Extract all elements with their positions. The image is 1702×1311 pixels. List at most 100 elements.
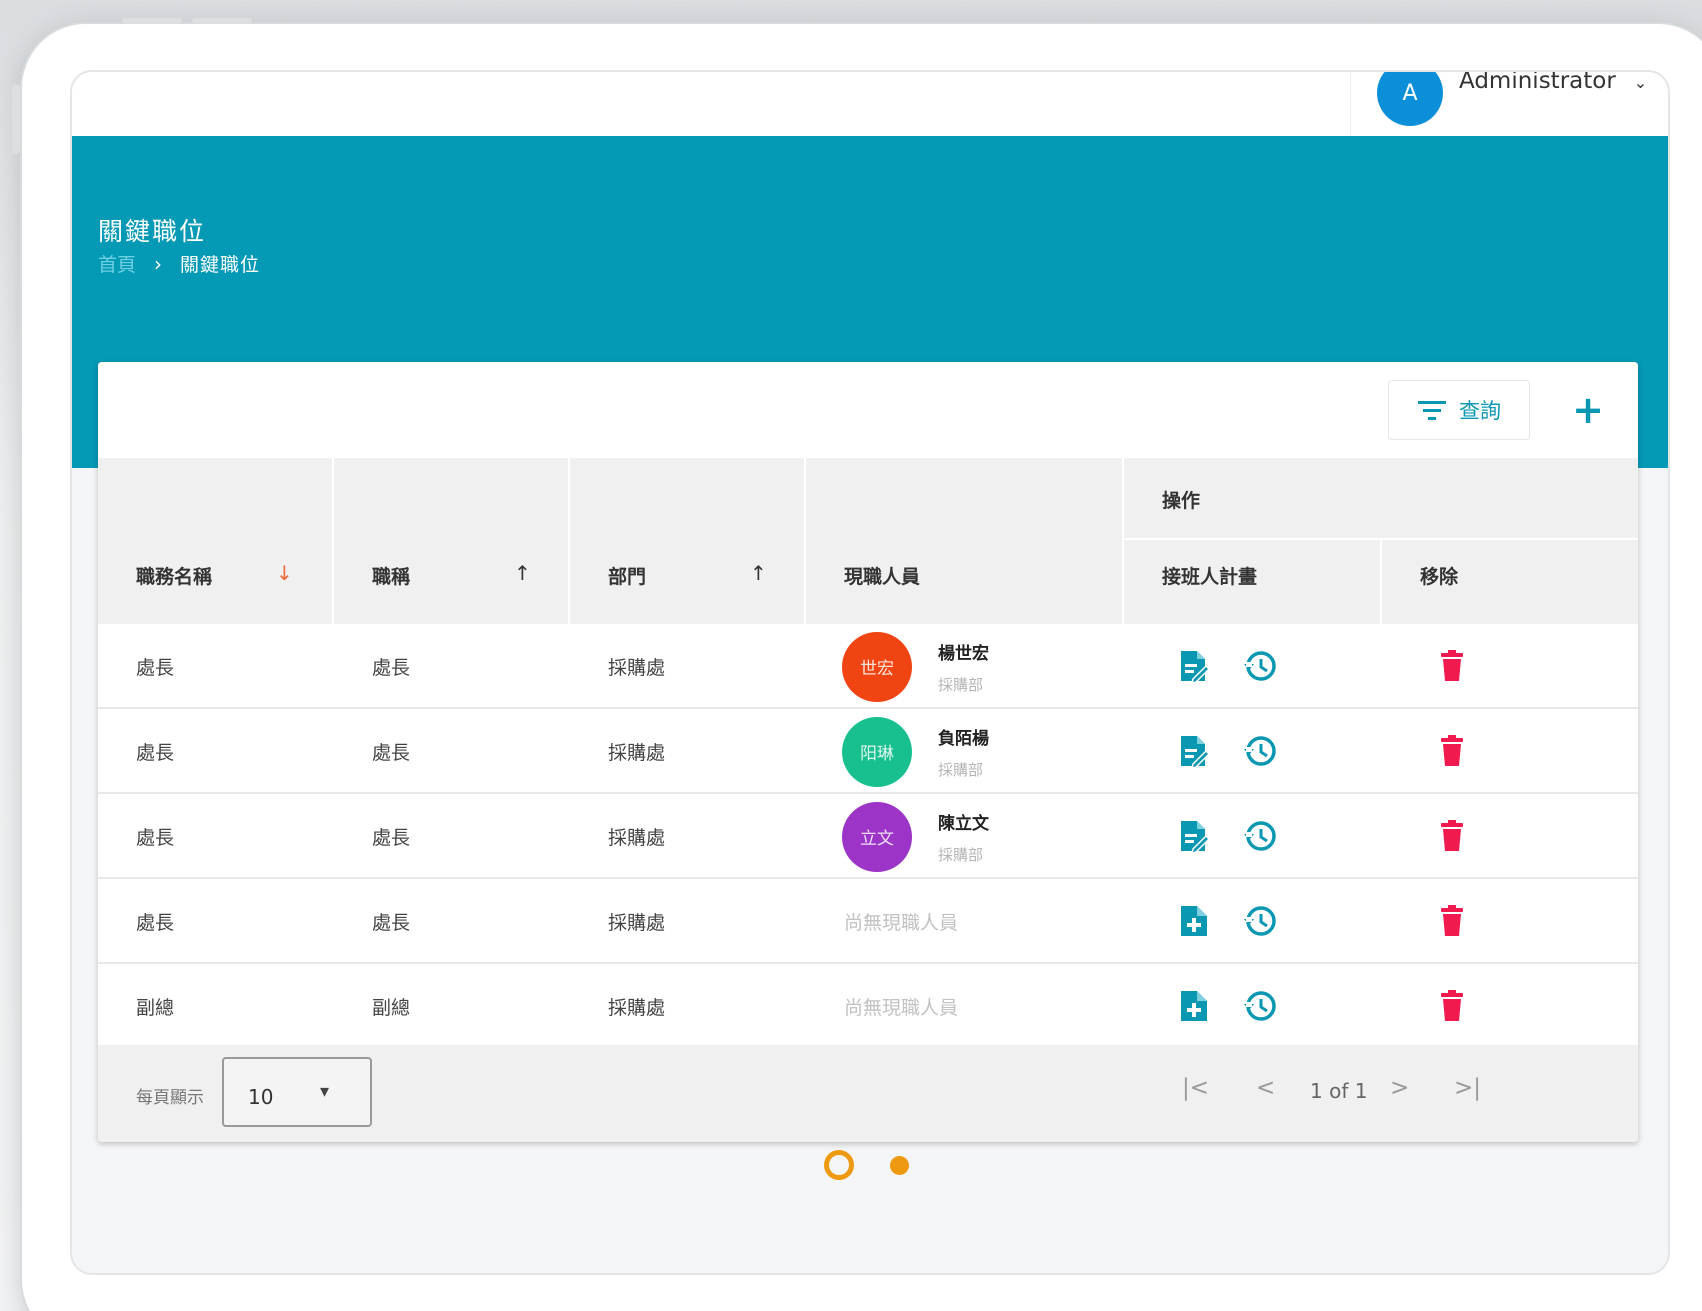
group-header-label: 操作 xyxy=(1162,490,1201,512)
key-positions-card: 查詢 + 職務名稱 ↓ 職稱 ↑ 部門 ↑ 現職人員 操作 接班人計畫 移除 處… xyxy=(98,362,1638,1142)
table-header: 職務名稱 ↓ 職稱 ↑ 部門 ↑ 現職人員 操作 接班人計畫 移除 xyxy=(98,458,1638,624)
tablet-top-button xyxy=(192,18,252,24)
no-incumbent-text: 尚無現職人員 xyxy=(844,997,959,1019)
column-header-label: 職務名稱 xyxy=(136,566,213,588)
job-name-cell: 副總 xyxy=(136,997,175,1019)
arrow-down-icon[interactable]: ↓ xyxy=(276,561,293,585)
document-edit-icon[interactable] xyxy=(1172,644,1216,688)
breadcrumb-home-link[interactable]: 首頁 xyxy=(98,250,136,277)
column-job-name[interactable]: 職務名稱 ↓ xyxy=(98,458,334,624)
last-page-icon[interactable]: >| xyxy=(1454,1075,1481,1101)
user-menu[interactable]: A Administrator ⌄ xyxy=(1350,72,1668,136)
user-name[interactable]: Administrator xyxy=(1459,72,1616,94)
trash-icon[interactable] xyxy=(1430,814,1474,858)
trash-icon[interactable] xyxy=(1430,899,1474,943)
chevron-down-icon[interactable]: ⌄ xyxy=(1634,73,1647,92)
trash-icon[interactable] xyxy=(1430,644,1474,688)
incumbent-cell: 立文 陳立文 採購部 xyxy=(842,794,989,879)
table-row[interactable]: 處長 處長 採購處 阳琳 負陌楊 採購部 xyxy=(98,709,1638,794)
table-footer: 每頁顯示 10 ▾ |< < 1 of 1 > >| xyxy=(98,1045,1638,1142)
plus-icon: + xyxy=(1572,388,1604,432)
avatar[interactable]: 立文 xyxy=(842,801,912,872)
job-name-cell: 處長 xyxy=(136,827,175,849)
column-header-label: 移除 xyxy=(1420,566,1459,588)
query-button-label: 查詢 xyxy=(1459,399,1501,423)
department-cell: 採購處 xyxy=(608,997,666,1019)
trash-icon[interactable] xyxy=(1430,984,1474,1028)
employee-department: 採購部 xyxy=(938,760,984,779)
column-header-label: 現職人員 xyxy=(844,566,921,588)
employee-name[interactable]: 陳立文 xyxy=(938,809,989,834)
employee-name[interactable]: 楊世宏 xyxy=(938,639,989,664)
document-add-icon[interactable] xyxy=(1172,899,1216,943)
column-remove: 移除 xyxy=(1382,540,1638,624)
table-row[interactable]: 處長 處長 採購處 尚無現職人員 xyxy=(98,879,1638,964)
document-add-icon[interactable] xyxy=(1172,984,1216,1028)
carousel-indicator xyxy=(0,1142,1702,1182)
top-bar: A Administrator ⌄ xyxy=(72,72,1668,136)
rows-per-page-value: 10 xyxy=(248,1085,274,1109)
rows-per-page-label: 每頁顯示 xyxy=(136,1088,204,1108)
department-cell: 採購處 xyxy=(608,657,666,679)
title-cell: 處長 xyxy=(372,742,411,764)
no-incumbent-text: 尚無現職人員 xyxy=(844,912,959,934)
previous-page-icon[interactable]: < xyxy=(1256,1075,1275,1101)
history-icon[interactable] xyxy=(1238,644,1282,688)
column-successor-plan: 接班人計畫 xyxy=(1124,540,1382,624)
department-cell: 採購處 xyxy=(608,912,666,934)
tablet-side-button xyxy=(12,84,20,154)
column-department[interactable]: 部門 ↑ xyxy=(570,458,806,624)
query-button[interactable]: 查詢 xyxy=(1388,380,1530,440)
carousel-dot-active[interactable] xyxy=(824,1150,854,1180)
title-cell: 副總 xyxy=(372,997,411,1019)
title-cell: 處長 xyxy=(372,827,411,849)
arrow-up-icon[interactable]: ↑ xyxy=(514,561,531,585)
document-edit-icon[interactable] xyxy=(1172,729,1216,773)
job-name-cell: 處長 xyxy=(136,912,175,934)
page-info: 1 of 1 xyxy=(1310,1079,1368,1103)
table-row[interactable]: 處長 處長 採購處 世宏 楊世宏 採購部 xyxy=(98,624,1638,709)
column-header-label: 接班人計畫 xyxy=(1162,566,1258,588)
add-button[interactable]: + xyxy=(1558,380,1618,440)
title-cell: 處長 xyxy=(372,912,411,934)
employee-department: 採購部 xyxy=(938,845,984,864)
department-cell: 採購處 xyxy=(608,827,666,849)
employee-department: 採購部 xyxy=(938,675,984,694)
chevron-right-icon: › xyxy=(154,251,163,276)
incumbent-cell: 阳琳 負陌楊 採購部 xyxy=(842,709,989,794)
job-name-cell: 處長 xyxy=(136,742,175,764)
history-icon[interactable] xyxy=(1238,984,1282,1028)
avatar[interactable]: 世宏 xyxy=(842,631,912,702)
rows-per-page-select[interactable]: 10 ▾ xyxy=(222,1057,372,1127)
first-page-icon[interactable]: |< xyxy=(1182,1075,1209,1101)
trash-icon[interactable] xyxy=(1430,729,1474,773)
avatar[interactable]: A xyxy=(1377,72,1443,126)
actions-group-header: 操作 xyxy=(1124,458,1638,540)
tablet-top-button xyxy=(122,18,182,24)
card-toolbar: 查詢 + xyxy=(98,362,1638,458)
employee-name[interactable]: 負陌楊 xyxy=(938,724,989,749)
avatar[interactable]: 阳琳 xyxy=(842,716,912,787)
table-row[interactable]: 處長 處長 採購處 立文 陳立文 採購部 xyxy=(98,794,1638,879)
arrow-up-icon[interactable]: ↑ xyxy=(750,561,767,585)
column-title[interactable]: 職稱 ↑ xyxy=(334,458,570,624)
carousel-dot[interactable] xyxy=(890,1156,909,1175)
column-header-label: 部門 xyxy=(608,566,647,588)
app-screen: A Administrator ⌄ 關鍵職位 首頁 › 關鍵職位 查詢 + 職務… xyxy=(70,70,1670,1275)
breadcrumb: 首頁 › 關鍵職位 xyxy=(98,250,260,277)
job-name-cell: 處長 xyxy=(136,657,175,679)
title-cell: 處長 xyxy=(372,657,411,679)
document-edit-icon[interactable] xyxy=(1172,814,1216,858)
caret-down-icon: ▾ xyxy=(320,1081,330,1102)
history-icon[interactable] xyxy=(1238,814,1282,858)
column-incumbent: 現職人員 xyxy=(806,458,1124,624)
column-header-label: 職稱 xyxy=(372,566,411,588)
filter-icon xyxy=(1418,401,1446,420)
next-page-icon[interactable]: > xyxy=(1390,1075,1409,1101)
breadcrumb-current: 關鍵職位 xyxy=(180,254,261,276)
incumbent-cell: 世宏 楊世宏 採購部 xyxy=(842,624,989,709)
department-cell: 採購處 xyxy=(608,742,666,764)
history-icon[interactable] xyxy=(1238,729,1282,773)
history-icon[interactable] xyxy=(1238,899,1282,943)
table-row[interactable]: 副總 副總 採購處 尚無現職人員 xyxy=(98,964,1638,1049)
